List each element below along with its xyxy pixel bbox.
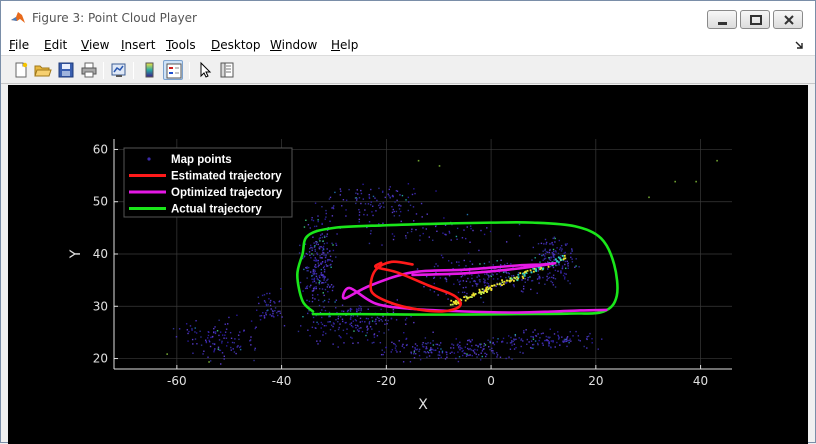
matlab-logo-icon	[10, 11, 26, 25]
x-axis-label: X	[418, 397, 428, 413]
toolbar-separator	[189, 62, 190, 79]
menu-file[interactable]: File	[9, 38, 29, 52]
y-tick-label: 50	[93, 195, 108, 209]
title-bar[interactable]: Figure 3: Point Cloud Player	[1, 1, 815, 34]
window-title: Figure 3: Point Cloud Player	[32, 11, 197, 25]
maximize-icon	[750, 15, 762, 25]
legend-marker-map-points	[147, 157, 151, 161]
open-file-button[interactable]	[33, 60, 53, 80]
print-button[interactable]	[79, 60, 99, 80]
figure-toolbar	[1, 57, 815, 84]
maximize-button[interactable]	[740, 10, 770, 29]
x-tick-label: 0	[487, 374, 495, 388]
menu-help[interactable]: Help	[331, 38, 358, 52]
property-inspector-button[interactable]	[217, 60, 237, 80]
toolbar-separator	[133, 62, 134, 79]
x-tick-label: 40	[693, 374, 708, 388]
y-axis-label: Y	[68, 249, 84, 259]
close-button[interactable]	[773, 10, 803, 29]
menu-edit[interactable]: Edit	[44, 38, 67, 52]
menu-desktop[interactable]: Desktop	[211, 38, 261, 52]
open-file-icon	[34, 65, 52, 77]
colorbar-icon	[145, 62, 154, 78]
y-tick-label: 20	[93, 352, 108, 366]
dock-figure-icon[interactable]	[794, 39, 804, 49]
legend-button[interactable]	[163, 60, 183, 80]
minimize-button[interactable]	[707, 10, 737, 29]
link-plot-button[interactable]	[109, 60, 129, 80]
y-tick-label: 30	[93, 299, 108, 313]
link-plot-icon	[111, 63, 126, 77]
y-tick-label: 40	[93, 247, 108, 261]
legend-icon	[166, 63, 182, 79]
optimized-trajectory-line	[341, 261, 608, 314]
toolbar-separator	[103, 62, 104, 79]
x-tick-label: 20	[588, 374, 603, 388]
save-button[interactable]	[56, 60, 76, 80]
point-cloud-plot[interactable]: -60 -40 -20 0 20 40 20 30 40 50 60 X Y Map points Esti…	[8, 85, 808, 444]
property-inspector-icon	[220, 62, 234, 78]
menu-view[interactable]: View	[81, 38, 109, 52]
edit-plot-button[interactable]	[195, 60, 215, 80]
colorbar-button[interactable]	[140, 60, 160, 80]
close-icon	[784, 15, 794, 25]
menu-window[interactable]: Window	[270, 38, 317, 52]
figure-canvas[interactable]: -60 -40 -20 0 20 40 20 30 40 50 60 X Y Map points Esti…	[8, 85, 808, 444]
legend-label: Map points	[171, 154, 232, 166]
legend-label: Estimated trajectory	[171, 171, 282, 183]
menu-insert[interactable]: Insert	[121, 38, 155, 52]
print-icon	[81, 62, 97, 78]
new-figure-button[interactable]	[11, 60, 31, 80]
new-figure-icon	[15, 62, 28, 78]
matlab-figure-window: Figure 3: Point Cloud Player File Edit V…	[0, 0, 816, 444]
x-tick-label: -20	[377, 374, 397, 388]
menu-bar: File Edit View Insert Tools Desktop Wind…	[1, 34, 815, 56]
legend-label: Actual trajectory	[171, 204, 262, 216]
x-tick-label: -40	[272, 374, 292, 388]
pointer-icon	[200, 61, 212, 78]
menu-tools[interactable]: Tools	[166, 38, 196, 52]
minimize-icon	[718, 22, 727, 25]
x-tick-label: -60	[167, 374, 187, 388]
y-tick-label: 60	[93, 142, 108, 156]
legend-label: Optimized trajectory	[171, 187, 283, 199]
save-icon	[58, 62, 74, 78]
